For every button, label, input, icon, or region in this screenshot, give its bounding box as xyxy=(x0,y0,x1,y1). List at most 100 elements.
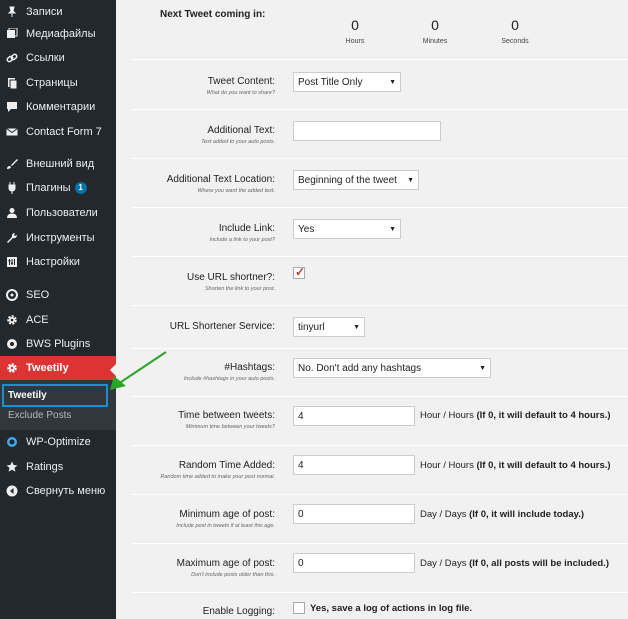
divider xyxy=(132,396,628,397)
additional-text-location-select[interactable]: Beginning of the tweet ▼ xyxy=(293,170,419,190)
plugin-icon xyxy=(5,181,19,195)
min-age-unit: Day / Days xyxy=(420,509,470,520)
wp-optimize-icon xyxy=(5,435,19,449)
checkmark-icon: ✓ xyxy=(295,265,306,279)
include-link-select[interactable]: Yes ▼ xyxy=(293,219,401,239)
countdown-title: Next Tweet coming in: xyxy=(160,9,266,20)
additional-text-hint: Text added to your auto posts. xyxy=(201,139,275,145)
use-url-shortner-hint: Shorten the link to your post. xyxy=(204,286,275,292)
max-age-input[interactable]: 0 xyxy=(293,553,415,573)
sidebar-item-contact-form[interactable]: Contact Form 7 xyxy=(0,120,116,144)
gear-icon xyxy=(5,361,19,375)
submenu-item-exclude-posts[interactable]: Exclude Posts xyxy=(0,405,116,425)
hashtags-label-group: #Hashtags: Include #hashtags in your aut… xyxy=(184,362,275,382)
divider xyxy=(132,592,628,593)
tweet-content-value: Post Title Only xyxy=(298,76,363,88)
sidebar-item-label: ACE xyxy=(26,314,49,326)
url-shortener-service-select[interactable]: tinyurl ▼ xyxy=(293,317,365,337)
link-icon xyxy=(5,51,19,65)
max-age-unit: Day / Days xyxy=(420,558,470,569)
sidebar-item-tools[interactable]: Инструменты xyxy=(0,226,116,250)
url-shortener-service-label: URL Shortener Service: xyxy=(169,321,275,332)
sidebar-item-label: Инструменты xyxy=(26,232,95,244)
update-count-badge: 1 xyxy=(74,182,87,195)
countdown-seconds: 0 xyxy=(511,17,519,33)
sidebar-item-links[interactable]: Ссылки xyxy=(0,46,116,70)
random-time-hint: Random time added to make your post norm… xyxy=(160,474,275,480)
star-icon xyxy=(5,460,19,474)
random-time-label-group: Random Time Added: Random time added to … xyxy=(160,460,275,480)
collapse-icon xyxy=(5,484,19,498)
countdown-minutes: 0 xyxy=(431,17,439,33)
tweet-content-select[interactable]: Post Title Only ▼ xyxy=(293,72,401,92)
hashtags-hint: Include #hashtags in your auto posts. xyxy=(183,376,275,382)
pin-icon xyxy=(5,5,19,19)
sidebar-item-posts[interactable]: Записи xyxy=(0,0,116,24)
random-time-label: Random Time Added: xyxy=(178,460,275,471)
sidebar-item-media[interactable]: Медиафайлы xyxy=(0,22,116,46)
sidebar-item-comments[interactable]: Комментарии xyxy=(0,95,116,119)
min-age-hint: Include post in tweets if at least this … xyxy=(176,523,275,529)
additional-text-location-label-group: Additional Text Location: Where you want… xyxy=(167,174,275,194)
bws-icon xyxy=(5,337,19,351)
time-between-input[interactable]: 4 xyxy=(293,406,415,426)
time-between-label-group: Time between tweets: Minimum time betwee… xyxy=(178,410,275,430)
tweet-content-hint: What do you want to share? xyxy=(206,90,275,96)
annotation-arrow-icon xyxy=(110,351,167,390)
countdown-hours: 0 xyxy=(351,17,359,33)
sidebar-item-ratings[interactable]: Ratings xyxy=(0,455,116,479)
countdown-seconds-label: Seconds xyxy=(501,38,529,45)
sidebar-item-label: BWS Plugins xyxy=(26,338,91,350)
random-time-input[interactable]: 4 xyxy=(293,455,415,475)
sidebar-item-settings[interactable]: Настройки xyxy=(0,250,116,274)
sidebar-item-seo[interactable]: SEO xyxy=(0,283,116,307)
sidebar-item-wp-optimize[interactable]: WP-Optimize xyxy=(0,430,116,454)
url-shortener-service-value: tinyurl xyxy=(298,321,325,333)
sidebar-collapse-menu[interactable]: Свернуть меню xyxy=(0,479,116,503)
wrench-icon xyxy=(5,231,19,245)
additional-text-location-hint: Where you want the added text. xyxy=(197,188,275,194)
sidebar-item-tweetily[interactable]: Tweetily xyxy=(0,356,116,380)
admin-sidebar: Записи Медиафайлы Ссылки Страницы Коммен… xyxy=(0,0,118,619)
annotation-highlight-box xyxy=(2,384,108,407)
additional-text-label: Additional Text: xyxy=(207,125,275,136)
sidebar-item-label: SEO xyxy=(26,289,50,301)
divider xyxy=(132,207,628,208)
sidebar-item-plugins[interactable]: Плагины 1 xyxy=(0,176,116,200)
enable-logging-checkbox[interactable] xyxy=(293,602,305,614)
divider xyxy=(132,494,628,495)
use-url-shortner-checkbox[interactable]: ✓ xyxy=(293,265,306,279)
random-time-suffix: Hour / Hours (If 0, it will default to 4… xyxy=(420,460,611,471)
additional-text-location-label: Additional Text Location: xyxy=(166,174,275,185)
enable-logging-checkbox-label: Yes, save a log of actions in log file. xyxy=(310,603,473,614)
time-between-unit: Hour / Hours xyxy=(420,410,477,421)
min-age-note: (If 0, it will include today.) xyxy=(469,509,584,520)
divider xyxy=(132,59,628,60)
brush-icon xyxy=(5,157,19,171)
use-url-shortner-label: Use URL shortner?: xyxy=(187,272,275,283)
sidebar-item-ace[interactable]: ACE xyxy=(0,308,116,332)
divider xyxy=(132,348,628,349)
sidebar-item-bws-plugins[interactable]: BWS Plugins xyxy=(0,332,116,356)
sidebar-item-appearance[interactable]: Внешний вид xyxy=(0,152,116,176)
additional-text-location-value: Beginning of the tweet xyxy=(298,174,397,186)
tweet-content-label: Tweet Content: xyxy=(207,76,275,87)
divider xyxy=(132,305,628,306)
include-link-label: Include Link: xyxy=(218,223,275,234)
max-age-label-group: Maximum age of post: Don't include posts… xyxy=(177,558,275,578)
random-time-unit: Hour / Hours xyxy=(420,460,477,471)
sidebar-item-label: Страницы xyxy=(26,77,78,89)
seo-icon xyxy=(5,288,19,302)
additional-text-input[interactable] xyxy=(293,121,441,141)
max-age-note: (If 0, all posts will be included.) xyxy=(469,558,609,569)
sidebar-item-label: Tweetily xyxy=(26,362,69,374)
time-between-hint: Minimum time between your tweets? xyxy=(185,424,275,430)
hashtags-select[interactable]: No. Don't add any hashtags ▼ xyxy=(293,358,491,378)
divider xyxy=(132,543,628,544)
use-url-shortner-label-group: Use URL shortner?: Shorten the link to y… xyxy=(187,272,275,292)
countdown-hours-label: Hours xyxy=(345,38,365,45)
sidebar-item-pages[interactable]: Страницы xyxy=(0,71,116,95)
sidebar-item-users[interactable]: Пользователи xyxy=(0,201,116,225)
time-between-suffix: Hour / Hours (If 0, it will default to 4… xyxy=(420,410,611,421)
min-age-input[interactable]: 0 xyxy=(293,504,415,524)
